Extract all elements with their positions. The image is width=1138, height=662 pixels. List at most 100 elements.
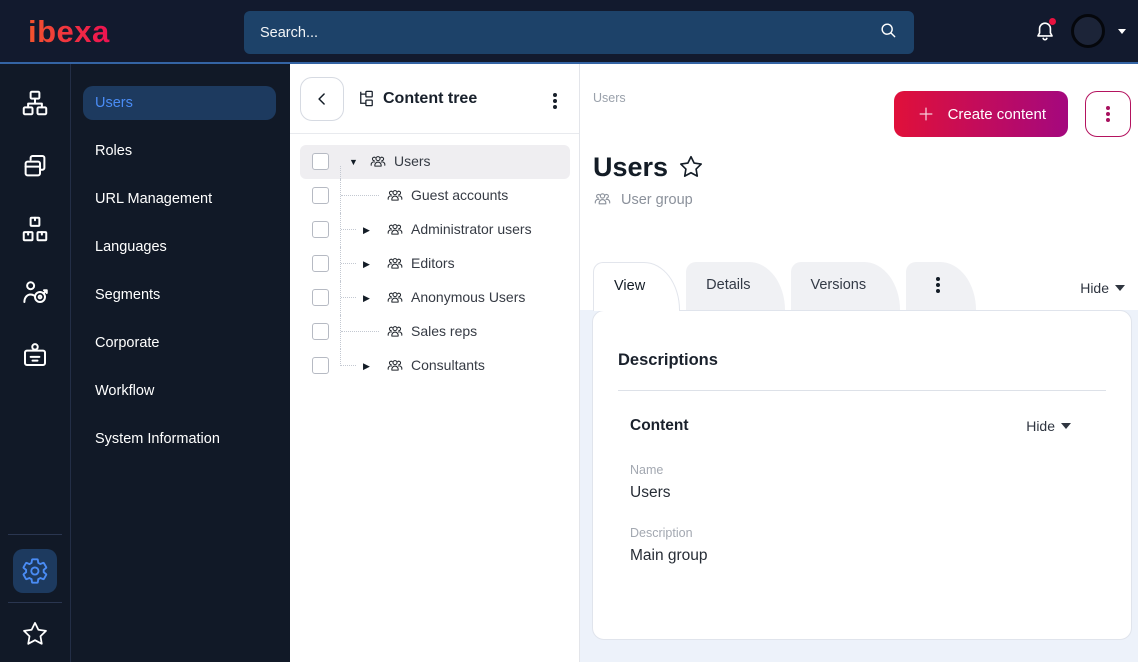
admin-gear-icon[interactable] <box>13 549 57 593</box>
chevron-left-icon <box>318 92 325 105</box>
main-content: Users Create content Users User group Vi… <box>580 64 1138 662</box>
customers-icon[interactable] <box>20 277 50 307</box>
tree-connector-line <box>340 179 341 213</box>
tree-row-label[interactable]: Consultants <box>411 357 485 373</box>
sidebar-item[interactable]: Languages <box>83 230 276 264</box>
tree-row[interactable]: ▶ Anonymous Users <box>300 281 570 315</box>
sidebar-item[interactable]: System Information <box>83 422 276 456</box>
tree-row[interactable]: ▼ Users <box>300 145 570 179</box>
profile-caret-down-icon[interactable] <box>1118 28 1126 34</box>
field-value: Main group <box>630 547 708 564</box>
content-tree-rows: ▼ Users Guest accounts ▶ Administrator u… <box>290 134 579 383</box>
avatar[interactable] <box>1071 14 1105 48</box>
badge-icon[interactable] <box>20 340 50 370</box>
tree-row-label[interactable]: Editors <box>411 255 455 271</box>
tree-row-label[interactable]: Administrator users <box>411 221 532 237</box>
title-row: Users <box>593 152 1138 182</box>
tab[interactable]: View <box>593 262 681 311</box>
collapse-tree-button[interactable] <box>300 76 344 121</box>
sidebar-item-label: Roles <box>95 143 133 159</box>
create-content-button[interactable]: Create content <box>893 91 1068 137</box>
content-section: Content Hide Name Users Description Main… <box>618 391 1106 565</box>
user-group-icon <box>369 153 387 171</box>
search-input[interactable] <box>260 24 878 41</box>
tree-connector-line <box>340 247 341 281</box>
field-label: Name <box>630 463 664 477</box>
bell-icon[interactable] <box>1032 18 1058 44</box>
content-structure-icon[interactable] <box>20 88 50 118</box>
tree-row-checkbox[interactable] <box>312 323 329 340</box>
sidebar-item[interactable]: URL Management <box>83 182 276 216</box>
tab[interactable]: Versions <box>790 262 901 310</box>
sidebar-item-label: Segments <box>95 287 161 303</box>
tree-row-label[interactable]: Sales reps <box>411 323 477 339</box>
tree-expand-caret[interactable]: ▶ <box>363 258 370 270</box>
tree-connector-line <box>341 365 356 366</box>
tab-bar: View Details Versions Hide <box>580 258 1138 311</box>
sidebar-item-label: Users <box>95 95 133 111</box>
sidebar-item-label: URL Management <box>95 191 213 207</box>
plus-icon <box>919 107 933 121</box>
field: Name Users <box>630 463 1071 502</box>
sidebar-item[interactable]: Segments <box>83 278 276 312</box>
user-group-icon <box>386 289 404 307</box>
sidebar-item-label: Workflow <box>95 383 155 399</box>
tree-row-checkbox[interactable] <box>312 187 329 204</box>
sidebar-item[interactable]: Users <box>83 86 276 120</box>
field-value: Users <box>630 484 671 501</box>
sidebar-item[interactable]: Workflow <box>83 374 276 408</box>
field: Description Main group <box>630 526 1071 565</box>
user-group-icon <box>593 190 612 209</box>
global-search[interactable] <box>244 11 914 54</box>
tree-row[interactable]: ▶ Administrator users <box>300 213 570 247</box>
tree-connector-line <box>340 349 341 366</box>
products-icon[interactable] <box>20 214 50 244</box>
tree-row-label[interactable]: Guest accounts <box>411 187 508 203</box>
tree-row-checkbox[interactable] <box>312 357 329 374</box>
more-actions-button[interactable] <box>1085 91 1131 137</box>
topbar-right-cluster <box>1032 0 1126 62</box>
tree-row[interactable]: Sales reps <box>300 315 570 349</box>
top-bar: ibexa <box>0 0 1138 64</box>
icon-rail <box>0 64 70 662</box>
tree-row[interactable]: ▶ Editors <box>300 247 570 281</box>
sidebar-item[interactable]: Roles <box>83 134 276 168</box>
notification-dot <box>1049 18 1056 25</box>
field-label: Description <box>630 526 693 540</box>
tree-connector-line <box>341 297 356 298</box>
favorite-star-icon[interactable] <box>678 154 704 180</box>
pages-icon[interactable] <box>20 151 50 181</box>
tree-row-label[interactable]: Anonymous Users <box>411 289 525 305</box>
tree-expand-caret[interactable]: ▼ <box>349 156 358 168</box>
tab-label: View <box>614 278 646 294</box>
tab-label: Versions <box>810 277 867 293</box>
tree-row-checkbox[interactable] <box>312 289 329 306</box>
content-section-heading: Content <box>630 417 689 434</box>
header-actions: Create content <box>893 91 1131 137</box>
tab[interactable]: Details <box>686 262 785 310</box>
content-type-label: User group <box>621 191 693 208</box>
content-tree-title: Content tree <box>356 89 547 108</box>
search-icon[interactable] <box>878 20 898 45</box>
sidebar-item[interactable]: Corporate <box>83 326 276 360</box>
user-group-icon <box>386 323 404 341</box>
tab[interactable] <box>906 262 977 310</box>
tree-row[interactable]: ▶ Consultants <box>300 349 570 383</box>
caret-down-icon <box>1115 285 1125 291</box>
tree-row-label[interactable]: Users <box>394 153 431 169</box>
tree-expand-caret[interactable]: ▶ <box>363 360 370 372</box>
tree-row[interactable]: Guest accounts <box>300 179 570 213</box>
sidebar-item-label: Corporate <box>95 335 160 351</box>
tree-row-checkbox[interactable] <box>312 255 329 272</box>
hide-tabs-toggle[interactable]: Hide <box>1080 280 1125 310</box>
tree-expand-caret[interactable]: ▶ <box>363 224 370 236</box>
user-group-icon <box>386 255 404 273</box>
tree-expand-caret[interactable]: ▶ <box>363 292 370 304</box>
tree-row-checkbox[interactable] <box>312 221 329 238</box>
hide-content-toggle[interactable]: Hide <box>1026 418 1071 434</box>
ibexa-logo: ibexa <box>28 14 110 49</box>
tree-kebab-menu-icon[interactable] <box>547 84 563 114</box>
bookmarks-star-icon[interactable] <box>21 620 49 648</box>
tree-row-checkbox[interactable] <box>312 153 329 170</box>
tree-connector-line <box>340 315 341 349</box>
